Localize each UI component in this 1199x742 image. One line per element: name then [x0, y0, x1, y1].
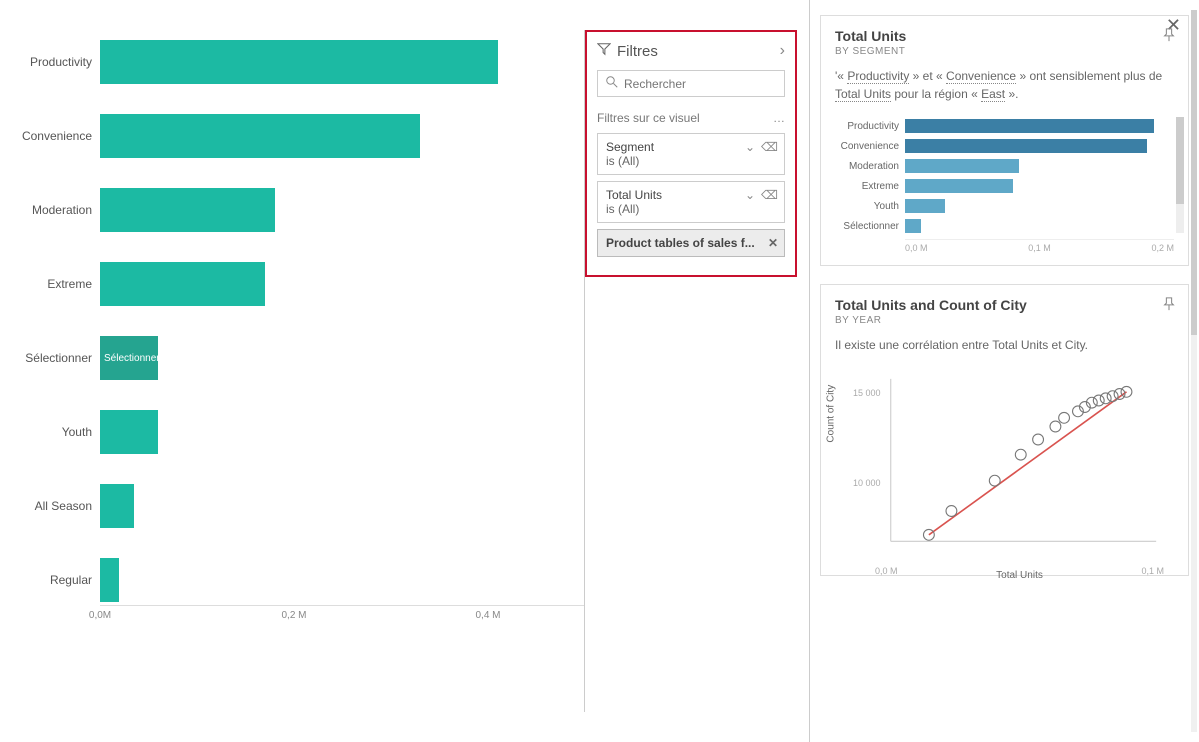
insight2-title: Total Units and Count of City — [835, 297, 1174, 313]
small-bar-label: Extreme — [835, 181, 905, 192]
search-icon — [606, 76, 618, 91]
chevron-down-icon[interactable]: ⌄ — [745, 140, 755, 154]
bar-label: Moderation — [0, 203, 100, 217]
filters-column: Filtres › Filtres sur ce visuel … Segmen… — [585, 0, 810, 742]
y-tick: 15 000 — [853, 388, 881, 398]
insight2-text: Il existe une corrélation entre Total Un… — [835, 336, 1174, 354]
chevron-right-icon[interactable]: › — [780, 42, 785, 60]
small-bar[interactable] — [905, 119, 1154, 133]
more-icon[interactable]: … — [773, 111, 785, 125]
filter-card-selected[interactable]: Product tables of sales f... ✕ — [597, 229, 785, 257]
scatter-chart[interactable]: Count of City 15 000 10 000 0,0 M0,1 M T… — [835, 368, 1174, 563]
visual-filters-label: Filtres sur ce visuel — [597, 111, 700, 125]
scatter-plot-area — [835, 368, 1174, 563]
close-icon[interactable]: ✕ — [768, 236, 778, 250]
insight-card-segment[interactable]: Total Units BY SEGMENT '« Productivity »… — [820, 15, 1189, 266]
scatter-ylabel: Count of City — [826, 384, 837, 442]
bar-label: Youth — [0, 425, 100, 439]
filter-search-input[interactable] — [624, 77, 776, 91]
small-bar[interactable] — [905, 219, 921, 233]
small-bar-label: Productivity — [835, 121, 905, 132]
filters-title: Filtres — [617, 43, 658, 60]
small-bar-label: Sélectionner — [835, 221, 905, 232]
scrollbar[interactable] — [1176, 117, 1184, 233]
y-tick: 10 000 — [853, 478, 881, 488]
pin-icon[interactable] — [1162, 28, 1176, 45]
insight-card-scatter[interactable]: Total Units and Count of City BY YEAR Il… — [820, 284, 1189, 576]
bar[interactable] — [100, 484, 134, 528]
small-bar[interactable] — [905, 139, 1147, 153]
small-bar-label: Convenience — [835, 141, 905, 152]
main-bar-chart[interactable]: Productivity Convenience Moderation Extreme… — [0, 35, 585, 605]
filter-icon — [597, 42, 611, 60]
insight1-text: '« Productivity » et « Convenience » ont… — [835, 67, 1174, 103]
filter-card-value: is (All) — [606, 154, 776, 168]
small-bar-label: Moderation — [835, 161, 905, 172]
small-bar[interactable] — [905, 199, 945, 213]
bar[interactable] — [100, 262, 265, 306]
insights-column: ✕ Total Units BY SEGMENT '« Productivity… — [810, 0, 1199, 742]
page-scrollbar[interactable] — [1191, 10, 1197, 732]
bar[interactable] — [100, 114, 420, 158]
bar[interactable] — [100, 188, 275, 232]
filter-card-value: is (All) — [606, 202, 776, 216]
small-bar-label: Youth — [835, 201, 905, 212]
bar[interactable] — [100, 558, 119, 602]
insight1-subtitle: BY SEGMENT — [835, 46, 1174, 57]
chevron-down-icon[interactable]: ⌄ — [745, 188, 755, 202]
filter-card[interactable]: Segmentis (All)⌄⌫ — [597, 133, 785, 175]
filters-panel-highlighted: Filtres › Filtres sur ce visuel … Segmen… — [585, 30, 797, 277]
scatter-xlabel: Total Units — [865, 570, 1174, 581]
bar-label: Extreme — [0, 277, 100, 291]
small-bar-chart[interactable]: Productivity Convenience Moderation Extreme… — [835, 117, 1174, 253]
bar[interactable]: Sélectionner — [100, 336, 158, 380]
bar[interactable] — [100, 40, 498, 84]
filter-search-box[interactable] — [597, 70, 785, 97]
insight2-subtitle: BY YEAR — [835, 315, 1174, 326]
filter-card[interactable]: Total Unitsis (All)⌄⌫ — [597, 181, 785, 223]
bar-label: Productivity — [0, 55, 100, 69]
small-bar[interactable] — [905, 159, 1019, 173]
pin-icon[interactable] — [1162, 297, 1176, 314]
eraser-icon[interactable]: ⌫ — [761, 140, 778, 154]
bar[interactable] — [100, 410, 158, 454]
insight1-title: Total Units — [835, 28, 1174, 44]
small-bar[interactable] — [905, 179, 1013, 193]
bar-label: All Season — [0, 499, 100, 513]
main-chart-pane: Productivity Convenience Moderation Extreme… — [0, 0, 585, 742]
bar-label: Regular — [0, 573, 100, 587]
eraser-icon[interactable]: ⌫ — [761, 188, 778, 202]
bar-label: Sélectionner — [0, 351, 100, 365]
small-chart-axis: 0,0 M0,1 M0,2 M — [905, 239, 1174, 253]
filter-card-selected-label: Product tables of sales f... — [606, 236, 755, 250]
bar-label: Convenience — [0, 129, 100, 143]
main-chart-x-axis: 0,0M0,2 M0,4 M — [100, 605, 585, 625]
